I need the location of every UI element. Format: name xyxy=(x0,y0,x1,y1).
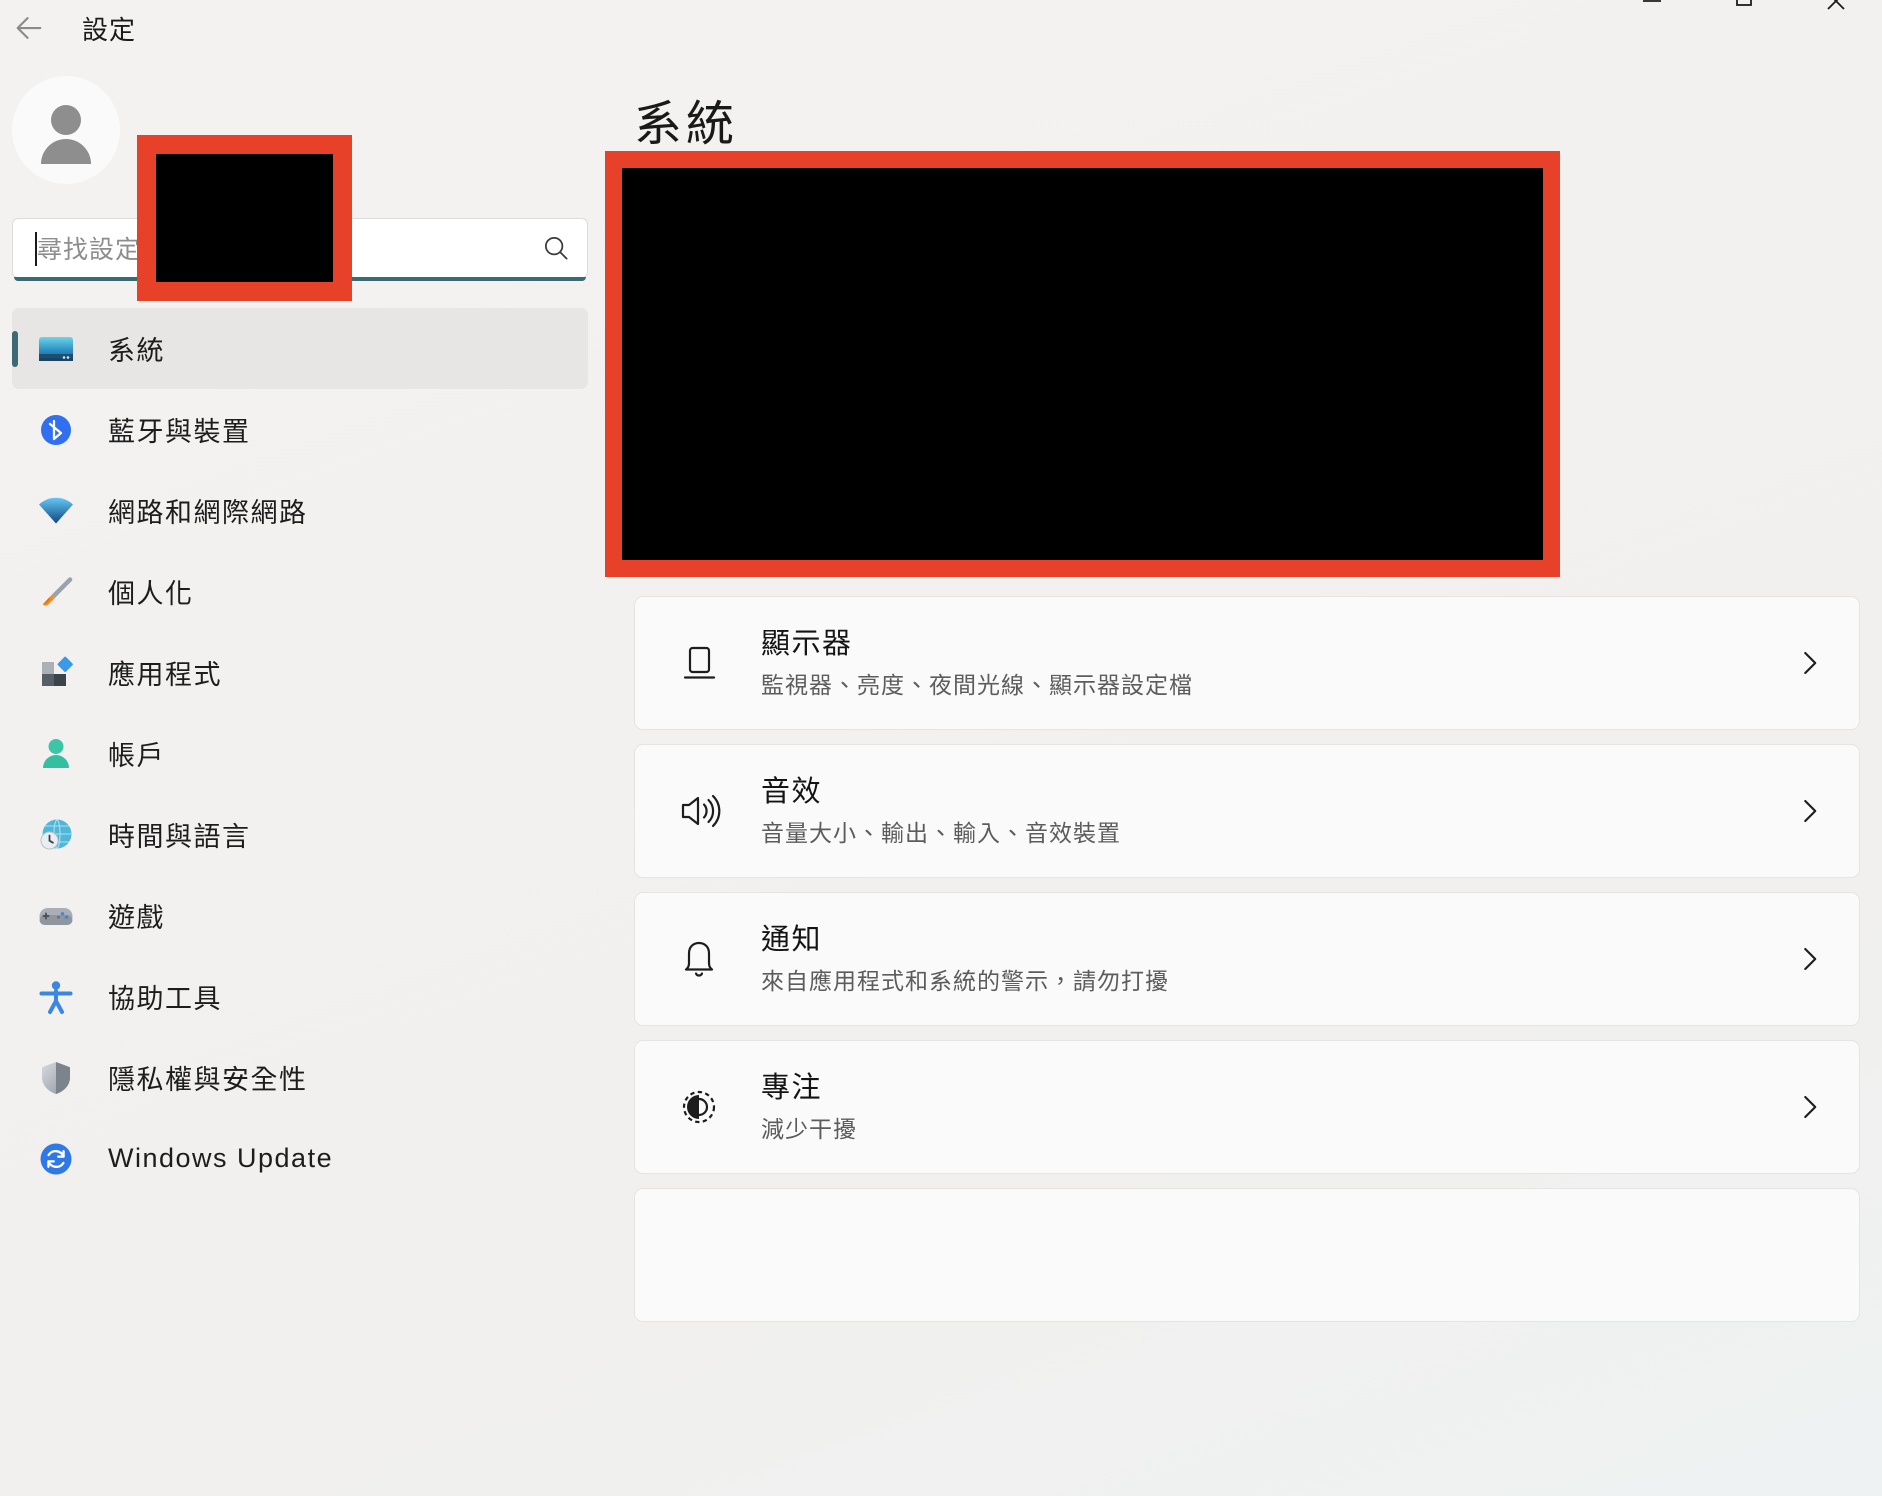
card-text: 通知 來自應用程式和系統的警示，請勿打擾 xyxy=(761,921,1787,997)
card-subtitle: 音量大小、輸出、輸入、音效裝置 xyxy=(761,820,1121,847)
sidebar-item-system[interactable]: 系統 xyxy=(12,308,588,389)
bell-icon xyxy=(671,931,727,987)
sidebar-item-gaming[interactable]: 遊戲 xyxy=(12,875,588,956)
sidebar-item-privacy-security[interactable]: 隱私權與安全性 xyxy=(12,1037,588,1118)
text-cursor xyxy=(35,232,37,266)
window-controls xyxy=(1606,0,1882,56)
sidebar-item-label: 系統 xyxy=(108,336,165,366)
bluetooth-icon xyxy=(34,408,78,452)
card-title: 專注 xyxy=(761,1071,823,1104)
sidebar-item-windows-update[interactable]: Windows Update xyxy=(12,1118,588,1199)
sidebar: 尋找設定 系統 藍牙與裝置 網路和網際網路 個人化 應用程式 帳戶 時間與語言 … xyxy=(0,0,600,1496)
settings-card-display[interactable]: 顯示器 監視器、亮度、夜間光線、顯示器設定檔 xyxy=(634,596,1860,730)
system-monitor-icon xyxy=(34,327,78,371)
sidebar-item-label: 個人化 xyxy=(108,579,194,609)
settings-card-sound[interactable]: 音效 音量大小、輸出、輸入、音效裝置 xyxy=(634,744,1860,878)
apps-icon xyxy=(34,651,78,695)
maximize-icon xyxy=(1736,0,1752,6)
settings-card-list: 顯示器 監視器、亮度、夜間光線、顯示器設定檔 音效 音量大小、輸出、輸入、音效裝… xyxy=(634,596,1860,1496)
gamepad-icon xyxy=(34,894,78,938)
chevron-right-icon[interactable] xyxy=(1787,648,1831,678)
card-subtitle: 監視器、亮度、夜間光線、顯示器設定檔 xyxy=(761,672,1193,699)
card-text: 顯示器 監視器、亮度、夜間光線、顯示器設定檔 xyxy=(761,625,1787,701)
minimize-button[interactable] xyxy=(1606,0,1698,18)
sidebar-item-label: 藍牙與裝置 xyxy=(108,417,251,447)
wifi-icon xyxy=(34,489,78,533)
paintbrush-icon xyxy=(34,570,78,614)
sidebar-item-label: 時間與語言 xyxy=(108,822,251,852)
sidebar-item-accessibility[interactable]: 協助工具 xyxy=(12,956,588,1037)
card-subtitle: 減少干擾 xyxy=(761,1116,857,1143)
search-icon[interactable] xyxy=(541,233,571,263)
sidebar-item-personalization[interactable]: 個人化 xyxy=(12,551,588,632)
sidebar-item-apps[interactable]: 應用程式 xyxy=(12,632,588,713)
main-content: 系統 顯示器 監視器、亮度、夜間光線、顯示器設定檔 音效 音量大小、輸出、輸入、… xyxy=(600,0,1882,1496)
card-text: 音效 音量大小、輸出、輸入、音效裝置 xyxy=(761,773,1787,849)
sidebar-item-accounts[interactable]: 帳戶 xyxy=(12,713,588,794)
redacted-account-name xyxy=(137,135,352,301)
sidebar-item-label: 遊戲 xyxy=(108,903,165,933)
chevron-right-icon[interactable] xyxy=(1787,1092,1831,1122)
update-refresh-icon xyxy=(34,1137,78,1181)
card-subtitle: 來自應用程式和系統的警示，請勿打擾 xyxy=(761,968,1169,995)
settings-card-notifications[interactable]: 通知 來自應用程式和系統的警示，請勿打擾 xyxy=(634,892,1860,1026)
chevron-right-icon[interactable] xyxy=(1787,944,1831,974)
close-icon xyxy=(1827,0,1845,10)
sidebar-item-label: Windows Update xyxy=(108,1143,334,1173)
app-title: 設定 xyxy=(82,14,137,45)
avatar xyxy=(12,76,120,184)
card-text: 專注 減少干擾 xyxy=(761,1069,1787,1145)
sidebar-item-label: 隱私權與安全性 xyxy=(108,1065,308,1095)
sidebar-item-label: 應用程式 xyxy=(108,660,222,690)
speaker-volume-icon xyxy=(671,783,727,839)
back-arrow-icon xyxy=(16,17,42,39)
settings-card-partial[interactable] xyxy=(634,1188,1860,1322)
sidebar-item-label: 協助工具 xyxy=(108,984,222,1014)
maximize-button[interactable] xyxy=(1698,0,1790,18)
sidebar-item-network-internet[interactable]: 網路和網際網路 xyxy=(12,470,588,551)
sidebar-item-label: 網路和網際網路 xyxy=(108,498,308,528)
accessibility-icon xyxy=(34,975,78,1019)
chevron-right-icon[interactable] xyxy=(1787,796,1831,826)
card-title: 音效 xyxy=(761,775,823,808)
display-monitor-icon xyxy=(671,635,727,691)
sidebar-item-bluetooth-devices[interactable]: 藍牙與裝置 xyxy=(12,389,588,470)
focus-target-icon xyxy=(671,1079,727,1135)
sidebar-nav: 系統 藍牙與裝置 網路和網際網路 個人化 應用程式 帳戶 時間與語言 遊戲 協助… xyxy=(0,308,600,1496)
settings-window: 設定 尋找設定 系統 藍牙與裝置 網路和網際網路 個人化 應用程式 帳戶 時間與… xyxy=(0,0,1882,1496)
card-title: 顯示器 xyxy=(761,627,853,660)
close-button[interactable] xyxy=(1790,0,1882,18)
user-avatar-icon xyxy=(41,105,91,164)
account-person-icon xyxy=(34,732,78,776)
minimize-icon xyxy=(1643,0,1661,2)
shield-icon xyxy=(34,1056,78,1100)
settings-card-focus[interactable]: 專注 減少干擾 xyxy=(634,1040,1860,1174)
back-button[interactable] xyxy=(6,5,52,51)
sidebar-item-label: 帳戶 xyxy=(108,741,165,771)
sidebar-item-time-language[interactable]: 時間與語言 xyxy=(12,794,588,875)
profile-row[interactable] xyxy=(0,56,600,301)
redacted-device-summary xyxy=(605,151,1560,577)
card-title: 通知 xyxy=(761,923,823,956)
clock-globe-icon xyxy=(34,813,78,857)
page-title: 系統 xyxy=(634,98,739,151)
